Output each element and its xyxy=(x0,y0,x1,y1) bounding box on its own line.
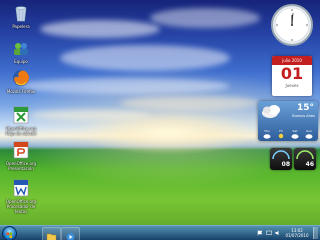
forecast-day: Thu xyxy=(261,129,273,139)
folder-icon xyxy=(46,233,57,240)
desktop-icon-label: OpenOffice.org Presentación xyxy=(5,161,37,171)
cloud-icon xyxy=(262,105,280,118)
taskbar: 13:02 01/07/2010 xyxy=(0,225,320,240)
recycle-bin-icon xyxy=(11,3,31,23)
spreadsheet-icon xyxy=(11,105,31,125)
start-button[interactable] xyxy=(2,226,17,240)
forecast-day: Sun xyxy=(303,129,315,139)
desktop-icon-label: Equipo xyxy=(14,59,28,64)
desktop-icon-writer[interactable]: OpenOffice.org Procesador de textos xyxy=(4,178,38,214)
desktop: Papelera Equipo Mozilla Firefox OpenOffi… xyxy=(0,0,320,240)
memory-meter-gadget[interactable]: 46 xyxy=(294,148,316,170)
clock-gadget[interactable] xyxy=(270,3,314,47)
desktop-icon-label: Mozilla Firefox xyxy=(6,89,36,94)
cloud-icon xyxy=(263,134,271,139)
desktop-icon-recycle-bin[interactable]: Papelera xyxy=(4,3,38,29)
calendar-gadget[interactable]: julio 2010 01 Jueves xyxy=(272,56,312,96)
cloud-icon xyxy=(305,134,313,139)
writer-icon xyxy=(11,178,31,198)
weather-temperature: 15° xyxy=(296,103,314,113)
presentation-icon xyxy=(11,140,31,160)
taskbar-media-player-button[interactable] xyxy=(61,227,80,240)
system-tray: 13:02 01/07/2010 xyxy=(257,227,318,239)
weather-city: Buenos Aires xyxy=(292,114,315,118)
desktop-icon-label: OpenOffice.org Hoja de cálculo xyxy=(5,126,37,136)
firefox-icon xyxy=(11,68,31,88)
desktop-icon-label: Papelera xyxy=(12,24,30,29)
sun-icon xyxy=(278,133,284,139)
memory-gauge-icon xyxy=(296,150,314,160)
calendar-weekday: Jueves xyxy=(285,83,299,88)
taskbar-clock[interactable]: 13:02 01/07/2010 xyxy=(284,228,310,238)
desktop-icon-spreadsheet[interactable]: OpenOffice.org Hoja de cálculo xyxy=(4,105,38,136)
network-icon[interactable] xyxy=(266,230,272,236)
weather-forecast: Thu Fri Sat Sun xyxy=(261,129,315,139)
desktop-icon-label: OpenOffice.org Procesador de textos xyxy=(5,199,37,214)
media-player-icon xyxy=(66,233,75,240)
forecast-day: Sat xyxy=(289,129,301,139)
flag-icon[interactable] xyxy=(257,230,263,236)
desktop-icon-firefox[interactable]: Mozilla Firefox xyxy=(4,68,38,94)
network-icon xyxy=(11,38,31,58)
calendar-day: 01 xyxy=(280,64,304,83)
analog-clock-icon xyxy=(271,4,313,46)
cpu-gauge-icon xyxy=(272,150,290,160)
cpu-meter-gadget[interactable]: 08 xyxy=(270,148,292,170)
cpu-meter-value: 08 xyxy=(281,161,290,168)
memory-meter-value: 46 xyxy=(305,161,314,168)
taskbar-date: 01/07/2010 xyxy=(285,233,309,238)
taskbar-explorer-button[interactable] xyxy=(42,227,61,240)
cloud-icon xyxy=(291,134,299,139)
desktop-icon-presentation[interactable]: OpenOffice.org Presentación xyxy=(4,140,38,171)
volume-icon[interactable] xyxy=(275,230,281,236)
windows-logo-icon xyxy=(6,232,12,238)
weather-gadget[interactable]: 15° Buenos Aires Thu Fri Sat Sun xyxy=(258,101,318,141)
forecast-day: Fri xyxy=(275,129,287,139)
desktop-icon-network[interactable]: Equipo xyxy=(4,38,38,64)
show-desktop-button[interactable] xyxy=(313,227,318,239)
